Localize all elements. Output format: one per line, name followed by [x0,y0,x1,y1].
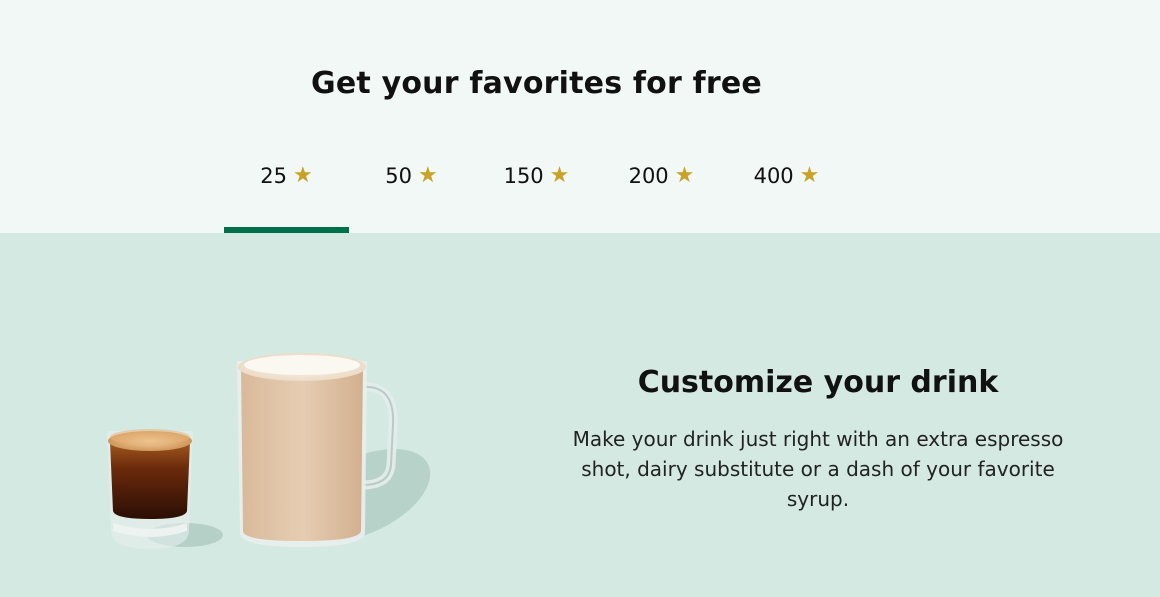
tab-400-stars[interactable]: 400 ★ [724,150,849,233]
tab-25-stars[interactable]: 25 ★ [224,150,349,233]
espresso-and-latte-image [107,353,431,549]
tab-label: 150 [503,164,544,188]
tab-label: 25 [260,164,287,188]
section-title: Get your favorites for free [311,66,762,101]
feature-description: Make your drink just right with an extra… [572,427,1064,511]
feature-title: Customize your drink [637,365,999,400]
rewards-header-section: Get your favorites for free 25 ★ 50 ★ 15… [0,0,1160,233]
tab-label: 400 [753,164,794,188]
star-icon: ★ [418,163,438,188]
star-level-tabs: 25 ★ 50 ★ 150 ★ 200 ★ 400 ★ [224,150,849,233]
star-icon: ★ [293,163,313,188]
tab-200-stars[interactable]: 200 ★ [599,150,724,233]
reward-detail-panel: Customize your drink Make your drink jus… [0,233,1160,597]
tab-label: 50 [385,164,412,188]
tab-150-stars[interactable]: 150 ★ [474,150,599,233]
star-icon: ★ [799,163,820,188]
tab-50-stars[interactable]: 50 ★ [349,150,474,233]
star-icon: ★ [674,163,695,188]
tab-label: 200 [628,164,669,188]
star-icon: ★ [549,163,570,188]
